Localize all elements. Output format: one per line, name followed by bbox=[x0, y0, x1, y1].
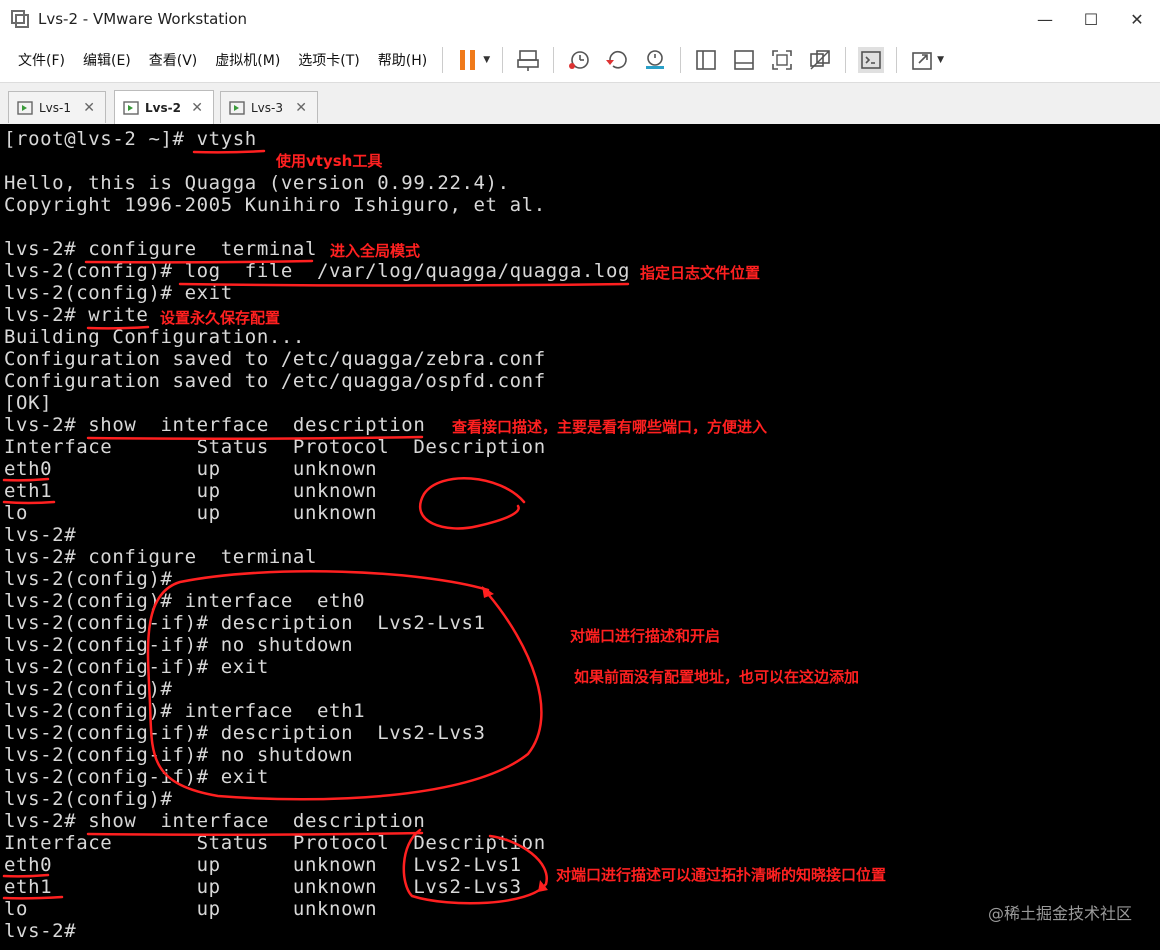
window-title: Lvs-2 - VMware Workstation bbox=[38, 10, 248, 28]
terminal-line: lvs-2(config-if)# no shutdown bbox=[4, 744, 354, 766]
terminal-line: lvs-2(config)# interface eth0 bbox=[4, 590, 366, 612]
terminal-line: [OK] bbox=[4, 392, 53, 414]
terminal-line: lvs-2# show interface description bbox=[4, 810, 426, 832]
underline-log-file bbox=[178, 282, 630, 287]
minimize-button[interactable]: — bbox=[1022, 0, 1068, 38]
vm-tab-bar: Lvs-1 ✕ Lvs-2 ✕ Lvs-3 ✕ bbox=[0, 82, 1160, 125]
terminal-line: Interface Status Protocol Description bbox=[4, 436, 546, 458]
chevron-down-icon[interactable]: ▼ bbox=[937, 55, 944, 65]
maximize-button[interactable]: ☐ bbox=[1068, 0, 1114, 38]
tab-label: Lvs-2 bbox=[145, 100, 181, 115]
terminal-line: [root@lvs-2 ~]# vtysh bbox=[4, 128, 257, 150]
vmware-app-icon bbox=[11, 10, 29, 28]
stretch-view-icon[interactable] bbox=[909, 47, 935, 73]
menu-toolbar: 文件(F) 编辑(E) 查看(V) 虚拟机(M) 选项卡(T) 帮助(H) ▼ … bbox=[0, 38, 1160, 82]
terminal-line: Configuration saved to /etc/quagga/ospfd… bbox=[4, 370, 546, 392]
terminal-line: Copyright 1996-2005 Kunihiro Ishiguro, e… bbox=[4, 194, 546, 216]
menu-view[interactable]: 查看(V) bbox=[140, 50, 207, 70]
close-icon[interactable]: ✕ bbox=[83, 100, 95, 116]
terminal-line: lvs-2# configure terminal bbox=[4, 238, 318, 260]
terminal-line: lvs-2(config-if)# exit bbox=[4, 766, 269, 788]
tab-lvs-3[interactable]: Lvs-3 ✕ bbox=[220, 91, 318, 123]
toolbar-separator bbox=[502, 47, 504, 73]
terminal-line: lvs-2(config-if)# description Lvs2-Lvs3 bbox=[4, 722, 486, 744]
title-bar: Lvs-2 - VMware Workstation — ☐ ✕ bbox=[0, 0, 1160, 38]
toolbar-separator bbox=[896, 47, 898, 73]
annotation-vtysh: 使用vtysh工具 bbox=[276, 152, 383, 170]
terminal-line: Configuration saved to /etc/quagga/zebra… bbox=[4, 348, 546, 370]
window-controls: — ☐ ✕ bbox=[1022, 0, 1160, 38]
circle-empty-description bbox=[418, 477, 526, 530]
terminal-line: eth1 up unknown Lvs2-Lvs3 bbox=[4, 876, 522, 898]
menu-edit[interactable]: 编辑(E) bbox=[74, 50, 140, 70]
terminal-line: eth1 up unknown bbox=[4, 480, 378, 502]
terminal-line: lvs-2(config)# log file /var/log/quagga/… bbox=[4, 260, 631, 282]
thumbnail-view-icon[interactable] bbox=[731, 47, 757, 73]
toolbar-separator bbox=[553, 47, 555, 73]
annotation-show-interface: 查看接口描述，主要是看有哪些端口，方便进入 bbox=[452, 418, 768, 436]
arrow-descriptions-circle bbox=[538, 880, 548, 892]
menu-file[interactable]: 文件(F) bbox=[0, 50, 74, 70]
annotation-describe-enable: 对端口进行描述和开启 bbox=[570, 627, 721, 645]
terminal-line: lvs-2# configure terminal bbox=[4, 546, 318, 568]
toolbar-separator bbox=[845, 47, 847, 73]
toolbar-separator bbox=[442, 47, 444, 73]
terminal-line: eth0 up unknown bbox=[4, 458, 378, 480]
terminal-line: lvs-2(config)# bbox=[4, 678, 173, 700]
terminal-line: lvs-2# bbox=[4, 524, 77, 546]
terminal-line: Hello, this is Quagga (version 0.99.22.4… bbox=[4, 172, 510, 194]
terminal-line: lo up unknown bbox=[4, 898, 378, 920]
terminal-line: lvs-2# show interface description bbox=[4, 414, 426, 436]
close-button[interactable]: ✕ bbox=[1114, 0, 1160, 38]
arrow-config-circle bbox=[482, 586, 494, 598]
sidebar-view-icon[interactable] bbox=[693, 47, 719, 73]
terminal-line: lvs-2(config)# exit bbox=[4, 282, 233, 304]
annotation-topology: 对端口进行描述可以通过拓扑清晰的知晓接口位置 bbox=[556, 866, 887, 884]
terminal-line: Interface Status Protocol Description bbox=[4, 832, 546, 854]
snapshot-icon[interactable] bbox=[566, 47, 592, 73]
console-view-icon[interactable] bbox=[858, 47, 885, 73]
tab-lvs-2[interactable]: Lvs-2 ✕ bbox=[114, 90, 214, 124]
annotation-add-address: 如果前面没有配置地址，也可以在这边添加 bbox=[574, 668, 860, 686]
snapshot-manager-icon[interactable] bbox=[642, 47, 668, 73]
close-icon[interactable]: ✕ bbox=[191, 100, 203, 116]
tab-label: Lvs-1 bbox=[39, 100, 72, 115]
vm-icon bbox=[17, 100, 33, 115]
terminal-line: lvs-2(config)# bbox=[4, 568, 173, 590]
menu-vm[interactable]: 虚拟机(M) bbox=[206, 50, 289, 70]
pause-icon[interactable] bbox=[455, 47, 481, 73]
terminal-line: lvs-2# bbox=[4, 920, 77, 942]
underline-vtysh bbox=[192, 149, 266, 154]
terminal-line: Building Configuration... bbox=[4, 326, 305, 348]
unity-mode-icon[interactable] bbox=[807, 47, 833, 73]
annotation-configure: 进入全局模式 bbox=[330, 242, 421, 260]
fullscreen-icon[interactable] bbox=[769, 47, 795, 73]
terminal-line: lvs-2(config-if)# no shutdown bbox=[4, 634, 354, 656]
vm-icon bbox=[229, 100, 245, 115]
send-ctrl-alt-del-icon[interactable] bbox=[515, 47, 541, 73]
terminal-line: eth0 up unknown Lvs2-Lvs1 bbox=[4, 854, 522, 876]
tab-lvs-1[interactable]: Lvs-1 ✕ bbox=[8, 91, 106, 123]
annotation-write: 设置永久保存配置 bbox=[160, 309, 281, 327]
annotation-log-file: 指定日志文件位置 bbox=[640, 264, 761, 282]
terminal-line: lvs-2(config-if)# exit bbox=[4, 656, 269, 678]
menu-help[interactable]: 帮助(H) bbox=[369, 50, 436, 70]
terminal-line: lvs-2(config)# interface eth1 bbox=[4, 700, 366, 722]
vm-console-terminal[interactable]: [root@lvs-2 ~]# vtysh Hello, this is Qua… bbox=[0, 124, 1160, 950]
chevron-down-icon[interactable]: ▼ bbox=[483, 55, 490, 65]
menu-tabs[interactable]: 选项卡(T) bbox=[289, 50, 368, 70]
close-icon[interactable]: ✕ bbox=[295, 100, 307, 116]
toolbar-separator bbox=[680, 47, 682, 73]
terminal-line: lvs-2(config)# bbox=[4, 788, 173, 810]
terminal-line: lo up unknown bbox=[4, 502, 378, 524]
vm-icon bbox=[123, 100, 139, 115]
watermark: @稀土掘金技术社区 bbox=[987, 904, 1132, 923]
revert-snapshot-icon[interactable] bbox=[604, 47, 630, 73]
terminal-line: lvs-2# write bbox=[4, 304, 149, 326]
terminal-line: lvs-2(config-if)# description Lvs2-Lvs1 bbox=[4, 612, 486, 634]
tab-label: Lvs-3 bbox=[251, 100, 284, 115]
